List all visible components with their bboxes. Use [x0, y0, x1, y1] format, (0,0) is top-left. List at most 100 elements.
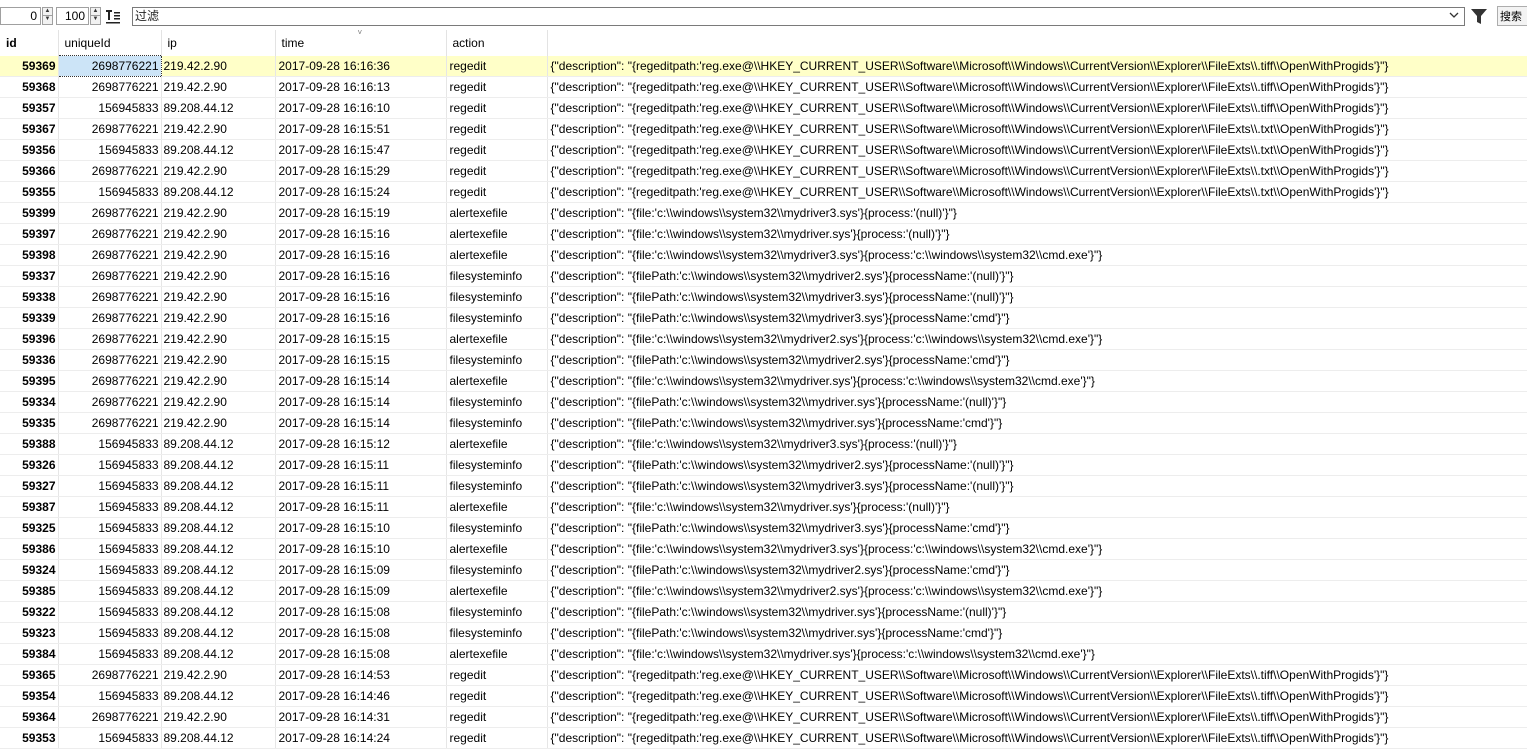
ip-cell[interactable]: 219.42.2.90	[161, 349, 276, 371]
ip-cell[interactable]: 219.42.2.90	[161, 328, 276, 350]
time-cell[interactable]: 2017-09-28 16:15:51	[275, 118, 447, 140]
id-cell[interactable]: 59324	[0, 559, 59, 581]
table-row[interactable]: 59368 2698776221 219.42.2.90 2017-09-28 16:…	[0, 76, 1527, 98]
table-row[interactable]: 59369 2698776221 219.42.2.90 2017-09-28 16:…	[0, 55, 1527, 77]
table-row[interactable]: 59398 2698776221 219.42.2.90 2017-09-28 16:…	[0, 244, 1527, 266]
data-cell[interactable]: {"description": "{file:'c:\\windows\\sys…	[547, 538, 1527, 560]
uniqueid-cell[interactable]: 156945833	[58, 97, 162, 119]
id-cell[interactable]: 59322	[0, 601, 59, 623]
ip-cell[interactable]: 89.208.44.12	[161, 622, 276, 644]
data-cell[interactable]: {"description": "{file:'c:\\windows\\sys…	[547, 328, 1527, 350]
data-cell[interactable]: {"description": "{filePath:'c:\\windows\…	[547, 391, 1527, 413]
table-row[interactable]: 59354 156945833 89.208.44.12 2017-09-28 16:…	[0, 685, 1527, 707]
id-cell[interactable]: 59354	[0, 685, 59, 707]
id-cell[interactable]: 59395	[0, 370, 59, 392]
action-cell[interactable]: filesysteminfo	[446, 622, 548, 644]
uniqueid-cell[interactable]: 156945833	[58, 601, 162, 623]
limit-value[interactable]: 100	[65, 9, 85, 23]
action-cell[interactable]: filesysteminfo	[446, 265, 548, 287]
time-cell[interactable]: 2017-09-28 16:15:15	[275, 328, 447, 350]
limit-spinbox[interactable]: 100	[56, 7, 89, 25]
table-row[interactable]: 59355 156945833 89.208.44.12 2017-09-28 16:…	[0, 181, 1527, 203]
data-cell[interactable]: {"description": "{filePath:'c:\\windows\…	[547, 622, 1527, 644]
offset-spinbox[interactable]: 0	[0, 7, 41, 25]
id-cell[interactable]: 59336	[0, 349, 59, 371]
ip-cell[interactable]: 89.208.44.12	[161, 433, 276, 455]
data-cell[interactable]: {"description": "{regeditpath:'reg.exe@\…	[547, 181, 1527, 203]
uniqueid-cell[interactable]: 2698776221	[58, 244, 162, 266]
time-cell[interactable]: 2017-09-28 16:16:10	[275, 97, 447, 119]
ip-cell[interactable]: 219.42.2.90	[161, 202, 276, 224]
id-cell[interactable]: 59337	[0, 265, 59, 287]
time-cell[interactable]: 2017-09-28 16:15:15	[275, 349, 447, 371]
ip-cell[interactable]: 219.42.2.90	[161, 664, 276, 686]
table-row[interactable]: 59365 2698776221 219.42.2.90 2017-09-28 16:…	[0, 664, 1527, 686]
time-cell[interactable]: 2017-09-28 16:14:24	[275, 727, 447, 749]
time-cell[interactable]: 2017-09-28 16:15:14	[275, 391, 447, 413]
table-row[interactable]: 59385 156945833 89.208.44.12 2017-09-28 16:…	[0, 580, 1527, 602]
uniqueid-cell[interactable]: 2698776221	[58, 412, 162, 434]
id-cell[interactable]: 59387	[0, 496, 59, 518]
data-cell[interactable]: {"description": "{filePath:'c:\\windows\…	[547, 454, 1527, 476]
ip-cell[interactable]: 219.42.2.90	[161, 55, 276, 77]
chevron-down-icon[interactable]	[1448, 9, 1460, 24]
ip-cell[interactable]: 219.42.2.90	[161, 265, 276, 287]
ip-cell[interactable]: 219.42.2.90	[161, 286, 276, 308]
time-cell[interactable]: 2017-09-28 16:15:12	[275, 433, 447, 455]
table-row[interactable]: 59336 2698776221 219.42.2.90 2017-09-28 16:…	[0, 349, 1527, 371]
time-cell[interactable]: 2017-09-28 16:15:08	[275, 643, 447, 665]
ip-cell[interactable]: 219.42.2.90	[161, 391, 276, 413]
id-cell[interactable]: 59356	[0, 139, 59, 161]
id-cell[interactable]: 59357	[0, 97, 59, 119]
data-cell[interactable]: {"description": "{filePath:'c:\\windows\…	[547, 475, 1527, 497]
time-cell[interactable]: 2017-09-28 16:15:09	[275, 559, 447, 581]
column-header-time[interactable]: ˅ time	[275, 28, 447, 56]
action-cell[interactable]: regedit	[446, 97, 548, 119]
data-cell[interactable]: {"description": "{file:'c:\\windows\\sys…	[547, 580, 1527, 602]
time-cell[interactable]: 2017-09-28 16:14:53	[275, 664, 447, 686]
limit-stepper[interactable]: ▲ ▼	[90, 7, 101, 25]
data-cell[interactable]: {"description": "{filePath:'c:\\windows\…	[547, 517, 1527, 539]
uniqueid-cell[interactable]: 156945833	[58, 538, 162, 560]
uniqueid-cell[interactable]: 156945833	[58, 139, 162, 161]
table-row[interactable]: 59353 156945833 89.208.44.12 2017-09-28 16:…	[0, 727, 1527, 749]
table-row[interactable]: 59364 2698776221 219.42.2.90 2017-09-28 16:…	[0, 706, 1527, 728]
column-header-uniqueid[interactable]: uniqueId	[58, 30, 162, 56]
id-cell[interactable]: 59338	[0, 286, 59, 308]
table-row[interactable]: 59386 156945833 89.208.44.12 2017-09-28 16:…	[0, 538, 1527, 560]
ip-cell[interactable]: 89.208.44.12	[161, 139, 276, 161]
time-cell[interactable]: 2017-09-28 16:15:16	[275, 307, 447, 329]
uniqueid-cell[interactable]: 156945833	[58, 643, 162, 665]
column-header-data[interactable]	[547, 30, 1527, 56]
data-cell[interactable]: {"description": "{regeditpath:'reg.exe@\…	[547, 727, 1527, 749]
offset-stepper[interactable]: ▲ ▼	[42, 7, 53, 25]
id-cell[interactable]: 59397	[0, 223, 59, 245]
id-cell[interactable]: 59369	[0, 55, 59, 77]
data-cell[interactable]: {"description": "{filePath:'c:\\windows\…	[547, 559, 1527, 581]
table-row[interactable]: 59384 156945833 89.208.44.12 2017-09-28 16:…	[0, 643, 1527, 665]
table-row[interactable]: 59324 156945833 89.208.44.12 2017-09-28 16:…	[0, 559, 1527, 581]
id-cell[interactable]: 59365	[0, 664, 59, 686]
action-cell[interactable]: filesysteminfo	[446, 412, 548, 434]
offset-down-icon[interactable]: ▼	[42, 16, 53, 25]
table-row[interactable]: 59322 156945833 89.208.44.12 2017-09-28 16:…	[0, 601, 1527, 623]
time-cell[interactable]: 2017-09-28 16:15:10	[275, 538, 447, 560]
uniqueid-cell[interactable]: 2698776221	[58, 265, 162, 287]
id-cell[interactable]: 59326	[0, 454, 59, 476]
time-cell[interactable]: 2017-09-28 16:15:19	[275, 202, 447, 224]
data-cell[interactable]: {"description": "{file:'c:\\windows\\sys…	[547, 643, 1527, 665]
action-cell[interactable]: alertexefile	[446, 202, 548, 224]
search-button[interactable]: 搜索	[1497, 6, 1527, 26]
time-cell[interactable]: 2017-09-28 16:15:16	[275, 286, 447, 308]
table-row[interactable]: 59334 2698776221 219.42.2.90 2017-09-28 16:…	[0, 391, 1527, 413]
time-cell[interactable]: 2017-09-28 16:15:08	[275, 622, 447, 644]
ip-cell[interactable]: 89.208.44.12	[161, 475, 276, 497]
ip-cell[interactable]: 89.208.44.12	[161, 643, 276, 665]
ip-cell[interactable]: 89.208.44.12	[161, 496, 276, 518]
id-cell[interactable]: 59386	[0, 538, 59, 560]
action-cell[interactable]: alertexefile	[446, 538, 548, 560]
ip-cell[interactable]: 219.42.2.90	[161, 706, 276, 728]
action-cell[interactable]: regedit	[446, 685, 548, 707]
uniqueid-cell[interactable]: 2698776221	[57, 55, 162, 77]
action-cell[interactable]: alertexefile	[446, 496, 548, 518]
